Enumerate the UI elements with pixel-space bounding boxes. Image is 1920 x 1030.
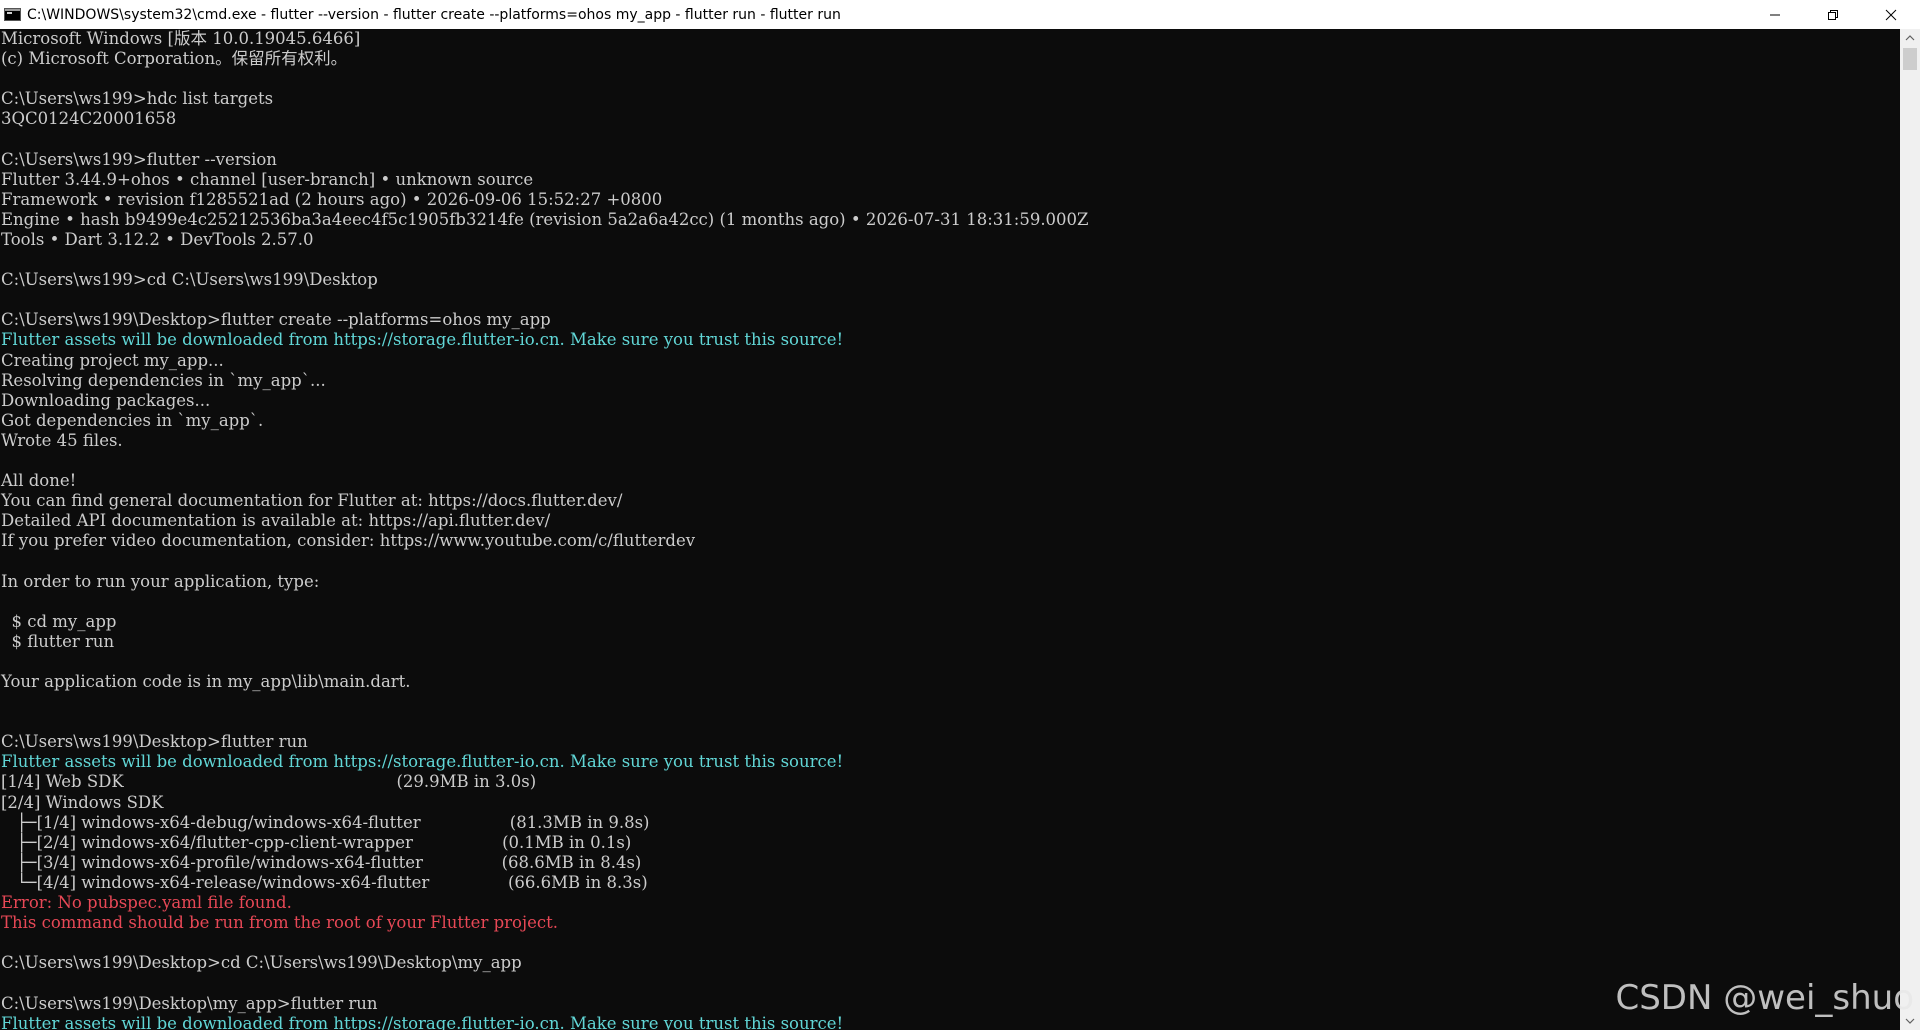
- console-line: Creating project my_app...: [1, 350, 224, 370]
- console-line: In order to run your application, type:: [1, 571, 320, 591]
- console-line: └─[4/4] windows-x64-release/windows-x64-…: [1, 872, 648, 892]
- console-line: $ cd my_app: [1, 611, 117, 631]
- restore-icon: [1828, 9, 1838, 20]
- minimize-button[interactable]: [1746, 0, 1804, 29]
- console-line: 3QC0124C20001658: [1, 109, 177, 129]
- window-controls: [1746, 0, 1920, 29]
- cmd-icon[interactable]: [4, 8, 21, 21]
- chevron-down-icon: [1905, 1018, 1915, 1024]
- restore-button[interactable]: [1804, 0, 1862, 29]
- close-button[interactable]: [1862, 0, 1920, 29]
- console-line: ├─[1/4] windows-x64-debug/windows-x64-fl…: [1, 812, 650, 832]
- console-line: Detailed API documentation is available …: [1, 511, 551, 531]
- console-line: Flutter 3.44.9+ohos • channel [user-bran…: [1, 169, 534, 189]
- console-line: $ flutter run: [1, 631, 115, 651]
- close-icon: [1885, 9, 1897, 20]
- console-line: C:\Users\ws199>flutter --version: [1, 149, 277, 169]
- chevron-up-icon: [1905, 35, 1915, 41]
- console-line: Got dependencies in `my_app`.: [1, 410, 264, 430]
- console-line: This command should be run from the root…: [1, 913, 558, 933]
- console-line: Engine • hash b9499e4c25212536ba3a4eec4f…: [1, 209, 1089, 229]
- title-bar[interactable]: C:\WINDOWS\system32\cmd.exe - flutter --…: [0, 0, 1920, 29]
- console-line: C:\Users\ws199>cd C:\Users\ws199\Desktop: [1, 270, 378, 290]
- cmd-window: C:\WINDOWS\system32\cmd.exe - flutter --…: [0, 0, 1920, 1030]
- console-line: Wrote 45 files.: [1, 430, 123, 450]
- console-line: All done!: [1, 471, 77, 491]
- console-line: C:\Users\ws199\Desktop>flutter create --…: [1, 310, 551, 330]
- console-line: If you prefer video documentation, consi…: [1, 531, 696, 551]
- console-line: Error: No pubspec.yaml file found.: [1, 893, 292, 913]
- console-line: Flutter assets will be downloaded from h…: [1, 330, 844, 350]
- window-title: C:\WINDOWS\system32\cmd.exe - flutter --…: [27, 6, 841, 23]
- console-line: Microsoft Windows [版本 10.0.19045.6466]: [1, 29, 361, 48]
- console-line: Your application code is in my_app\lib\m…: [1, 672, 411, 691]
- csdn-watermark: CSDN @wei_shuo: [1615, 978, 1914, 1018]
- scroll-thumb[interactable]: [1903, 48, 1917, 70]
- console-line: [1/4] Web SDK (29.9MB in 3.0s): [1, 772, 537, 792]
- console-line: [2/4] Windows SDK: [1, 792, 164, 812]
- console-line: Resolving dependencies in `my_app`...: [1, 370, 326, 390]
- console-line: Downloading packages...: [1, 390, 211, 410]
- console-line: (c) Microsoft Corporation。保留所有权利。: [1, 49, 348, 69]
- vertical-scrollbar[interactable]: [1900, 29, 1920, 1030]
- console-line: Tools • Dart 3.12.2 • DevTools 2.57.0: [1, 229, 314, 249]
- console-line: You can find general documentation for F…: [1, 491, 623, 511]
- console-line: C:\Users\ws199\Desktop>cd C:\Users\ws199…: [1, 953, 522, 973]
- scroll-up-button[interactable]: [1900, 29, 1920, 47]
- console-line: Framework • revision f1285521ad (2 hours…: [1, 189, 663, 209]
- minimize-icon: [1770, 14, 1780, 15]
- console-line: Flutter assets will be downloaded from h…: [1, 752, 844, 772]
- console-line: ├─[3/4] windows-x64-profile/windows-x64-…: [1, 852, 642, 872]
- console-line: ├─[2/4] windows-x64/flutter-cpp-client-w…: [1, 832, 632, 852]
- console-line: C:\Users\ws199>hdc list targets: [1, 89, 274, 109]
- console-line: C:\Users\ws199\Desktop>flutter run: [1, 732, 308, 752]
- console-output[interactable]: Microsoft Windows [版本 10.0.19045.6466] (c…: [0, 29, 1900, 1030]
